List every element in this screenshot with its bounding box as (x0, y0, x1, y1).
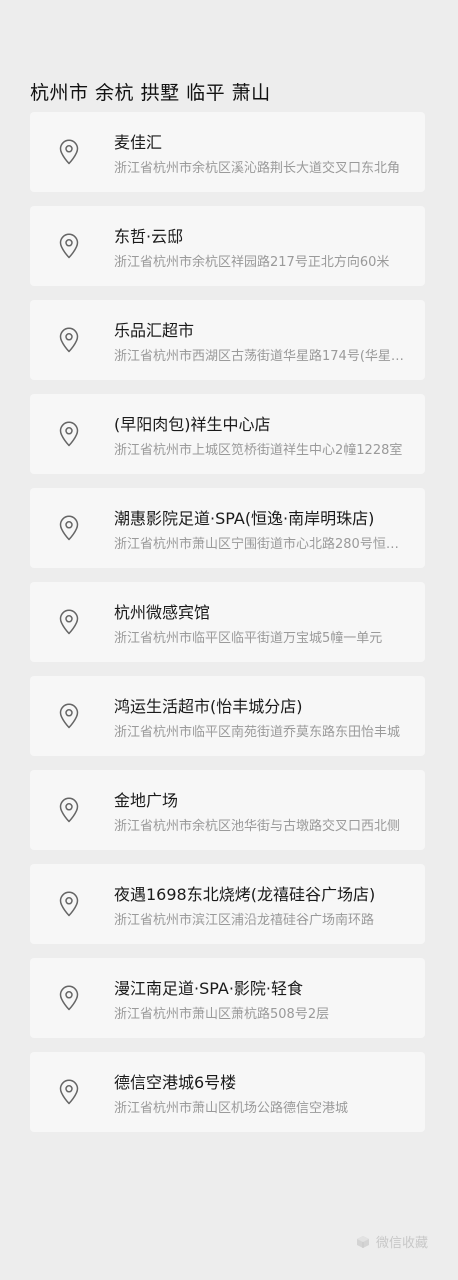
place-address: 浙江省杭州市余杭区祥园路217号正北方向60米 (114, 255, 390, 270)
place-card[interactable]: 乐品汇超市浙江省杭州市西湖区古荡街道华星路174号(华星路与学院路交叉口) (30, 300, 425, 380)
place-name: 乐品汇超市 (114, 321, 195, 340)
page-title: 杭州市 余杭 拱墅 临平 萧山 (30, 82, 271, 104)
location-pin-icon (58, 233, 80, 259)
place-card[interactable]: 潮惠影院足道·SPA(恒逸·南岸明珠店) 浙江省杭州市萧山区宁围街道市心北路280… (30, 488, 425, 568)
place-address: 浙江省杭州市萧山区萧杭路508号2层 (114, 1007, 330, 1022)
location-pin-icon (58, 139, 80, 165)
place-card[interactable]: (早阳肉包)祥生中心店浙江省杭州市上城区笕桥街道祥生中心2幢1228室 (30, 394, 425, 474)
location-pin-icon (58, 421, 80, 447)
location-pin-icon (58, 985, 80, 1011)
place-card[interactable]: 漫江南足道·SPA·影院·轻食浙江省杭州市萧山区萧杭路508号2层 (30, 958, 425, 1038)
place-address: 浙江省杭州市西湖区古荡街道华星路174号(华星路与学院路交叉口) (114, 349, 411, 364)
location-pin-icon (58, 515, 80, 541)
place-card[interactable]: 麦佳汇浙江省杭州市余杭区溪沁路荆长大道交叉口东北角 (30, 112, 425, 192)
watermark: 微信收藏 (356, 1232, 428, 1251)
place-name: 麦佳汇 (114, 133, 163, 152)
place-card[interactable]: 夜遇1698东北烧烤(龙禧硅谷广场店) 浙江省杭州市滨江区浦沿龙禧硅谷广场南环路 (30, 864, 425, 944)
place-address: 浙江省杭州市萧山区机场公路德信空港城 (114, 1101, 349, 1116)
place-address: 浙江省杭州市临平区临平街道万宝城5幢一单元 (114, 631, 383, 646)
cube-icon (356, 1235, 370, 1249)
location-pin-icon (58, 703, 80, 729)
place-address: 浙江省杭州市余杭区溪沁路荆长大道交叉口东北角 (114, 161, 401, 176)
place-card[interactable]: 金地广场浙江省杭州市余杭区池华街与古墩路交叉口西北侧 (30, 770, 425, 850)
place-card[interactable]: 杭州微感宾馆浙江省杭州市临平区临平街道万宝城5幢一单元 (30, 582, 425, 662)
place-address: 浙江省杭州市滨江区浦沿龙禧硅谷广场南环路 (114, 913, 375, 928)
place-name: 东哲·云邸 (114, 227, 184, 246)
place-address: 浙江省杭州市余杭区池华街与古墩路交叉口西北侧 (114, 819, 401, 834)
watermark-text: 微信收藏 (375, 1236, 428, 1251)
place-card[interactable]: 鸿运生活超市(怡丰城分店) 浙江省杭州市临平区南苑街道乔莫东路东田怡丰城 (30, 676, 425, 756)
place-address: 浙江省杭州市临平区南苑街道乔莫东路东田怡丰城 (114, 725, 401, 740)
place-name: 金地广场 (114, 791, 179, 810)
place-name: 漫江南足道·SPA·影院·轻食 (114, 979, 303, 998)
location-pin-icon (58, 1079, 80, 1105)
place-name: 潮惠影院足道·SPA(恒逸·南岸明珠店) (114, 509, 375, 528)
place-address: 浙江省杭州市上城区笕桥街道祥生中心2幢1228室 (114, 443, 403, 458)
place-name: 鸿运生活超市(怡丰城分店) (114, 697, 303, 716)
place-name: 德信空港城6号楼 (114, 1073, 237, 1092)
location-pin-icon (58, 327, 80, 353)
place-name: (早阳肉包)祥生中心店 (114, 415, 271, 434)
place-name: 杭州微感宾馆 (114, 603, 211, 622)
location-pin-icon (58, 891, 80, 917)
location-pin-icon (58, 797, 80, 823)
place-list: 麦佳汇浙江省杭州市余杭区溪沁路荆长大道交叉口东北角东哲·云邸浙江省杭州市余杭区祥… (30, 112, 425, 1146)
place-name: 夜遇1698东北烧烤(龙禧硅谷广场店) (114, 885, 376, 904)
place-card[interactable]: 东哲·云邸浙江省杭州市余杭区祥园路217号正北方向60米 (30, 206, 425, 286)
place-address: 浙江省杭州市萧山区宁围街道市心北路280号恒逸南岸明珠 (114, 537, 411, 552)
location-pin-icon (58, 609, 80, 635)
place-card[interactable]: 德信空港城6号楼浙江省杭州市萧山区机场公路德信空港城 (30, 1052, 425, 1132)
